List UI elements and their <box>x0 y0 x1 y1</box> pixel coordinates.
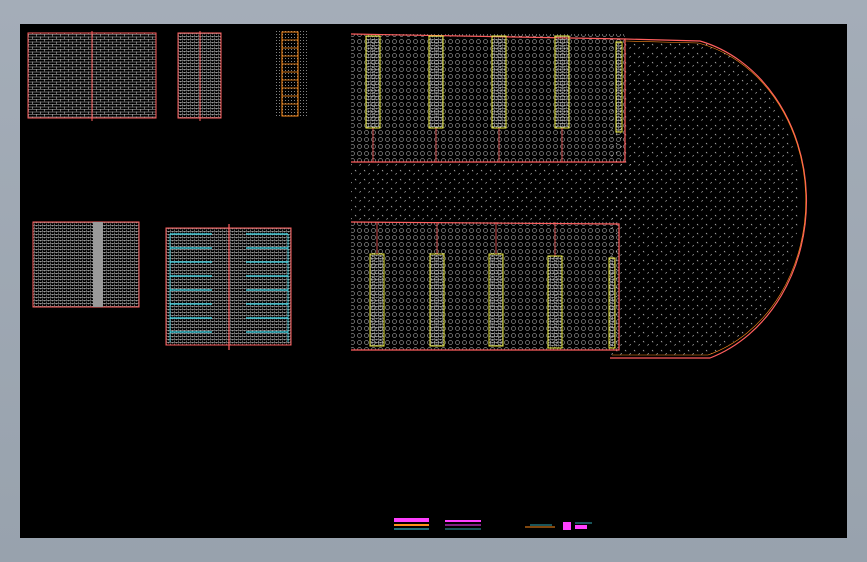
ladder-detail[interactable] <box>276 30 308 118</box>
cad-drawing-canvas[interactable] <box>20 24 847 538</box>
paving-swatch-cyan[interactable] <box>165 224 292 350</box>
paving-swatch-grey-band[interactable] <box>32 221 140 308</box>
cad-drawing <box>27 30 807 530</box>
paving-swatch-fine[interactable] <box>177 31 222 121</box>
paving-swatch-brick[interactable] <box>27 31 157 121</box>
parking-plan[interactable] <box>350 33 807 359</box>
legend-marks[interactable] <box>394 518 592 530</box>
